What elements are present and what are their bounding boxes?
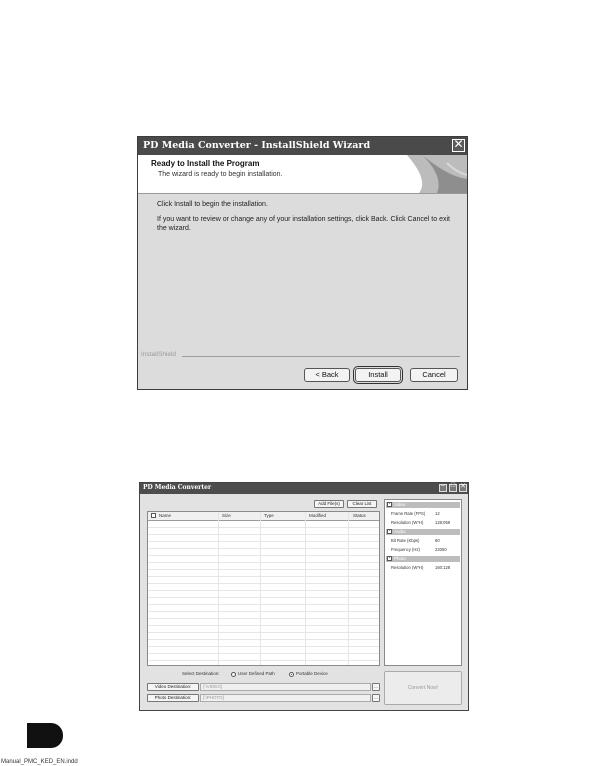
clear-list-button[interactable]: Clear List (347, 500, 377, 508)
frequency-value: 22050 (435, 547, 447, 552)
select-destination-label: Select Destination: (182, 671, 220, 676)
table-row-line (148, 562, 379, 563)
minimize-icon[interactable]: – (439, 482, 447, 492)
photo-section[interactable]: - Photo (386, 556, 460, 562)
photo-section-label: Photo (394, 556, 406, 561)
bit-rate-value: 60 (435, 538, 440, 543)
column-size[interactable]: Size (222, 513, 231, 518)
frequency-label: Frequency (Hz) (391, 547, 420, 552)
add-files-button[interactable]: Add File(s) (314, 500, 344, 508)
user-defined-path-label[interactable]: User Defined Path (238, 671, 275, 676)
wizard-header: Ready to Install the Program The wizard … (138, 155, 467, 194)
page-footer: Manual_PMC_KED_EN.indd (1, 759, 78, 765)
table-row-line (148, 646, 379, 647)
table-row-line (148, 576, 379, 577)
photo-resolution-label: Resolution (W*H) (391, 565, 424, 570)
video-destination-path[interactable]: [:\VIDEO] (200, 683, 371, 691)
media-converter-window: PD Media Converter – □ ✕ Add File(s) Cle… (139, 482, 469, 711)
instruction-text: Click Install to begin the installation. (157, 201, 268, 208)
table-row-line (148, 597, 379, 598)
close-icon[interactable]: ✕ (452, 137, 465, 152)
bit-rate-label: Bit Rate (Kbps) (391, 538, 420, 543)
wizard-artwork (397, 155, 467, 193)
audio-section[interactable]: - Audio (386, 529, 460, 535)
table-row-line (148, 604, 379, 605)
cancel-button[interactable]: Cancel (410, 368, 458, 382)
table-row-line (148, 660, 379, 661)
video-resolution-label: Resolution (W*H) (391, 520, 424, 525)
photo-browse-button[interactable]: ... (372, 694, 380, 702)
review-text: If you want to review or change any of y… (157, 216, 450, 232)
table-row-line (148, 590, 379, 591)
page-tab-marker (27, 723, 63, 748)
table-column-line (260, 512, 261, 665)
portable-device-radio[interactable] (289, 672, 294, 677)
table-row-line (148, 611, 379, 612)
convert-now-button[interactable]: Convert Now! (384, 671, 462, 705)
portable-device-label[interactable]: Portable Device (296, 671, 328, 676)
window-title: PD Media Converter - InstallShield Wizar… (143, 140, 371, 151)
video-resolution-value: 128:059 (435, 520, 451, 525)
column-status[interactable]: Status (353, 513, 366, 518)
table-row-line (148, 569, 379, 570)
photo-destination-path[interactable]: [:\PHOTO] (200, 694, 371, 702)
header-title: Ready to Install the Program (151, 159, 260, 168)
header-subtitle: The wizard is ready to begin installatio… (158, 171, 283, 178)
file-list-table[interactable]: Name Size Type Modified Status (147, 511, 380, 666)
installshield-wizard-dialog: PD Media Converter - InstallShield Wizar… (137, 136, 468, 390)
table-row-line (148, 632, 379, 633)
table-row-line (148, 583, 379, 584)
table-header: Name Size Type Modified Status (148, 512, 379, 521)
video-section-label: Video (394, 502, 406, 507)
table-column-line (305, 512, 306, 665)
table-row-line (148, 625, 379, 626)
column-name[interactable]: Name (159, 513, 171, 518)
title-bar: PD Media Converter - InstallShield Wizar… (138, 137, 467, 155)
frame-rate-value: 12 (435, 511, 440, 516)
photo-resolution-value: 160:128 (435, 565, 451, 570)
frame-rate-label: Frame Rate (FPS) (391, 511, 426, 516)
table-row-line (148, 653, 379, 654)
table-row-line (148, 527, 379, 528)
divider (182, 356, 460, 357)
column-modified[interactable]: Modified (309, 513, 326, 518)
video-section[interactable]: - Video (386, 502, 460, 508)
audio-section-label: Audio (394, 529, 406, 534)
table-row-line (148, 639, 379, 640)
table-row-line (148, 534, 379, 535)
table-row-line (148, 541, 379, 542)
table-column-line (348, 512, 349, 665)
back-button[interactable]: < Back (304, 368, 350, 382)
installshield-brand: InstallShield (141, 351, 180, 358)
table-row-line (148, 555, 379, 556)
title-bar: PD Media Converter – □ ✕ (140, 482, 468, 494)
video-destination-button[interactable]: Video Destination: (147, 683, 199, 691)
column-type[interactable]: Type (264, 513, 274, 518)
install-button[interactable]: Install (353, 366, 403, 384)
table-row-line (148, 618, 379, 619)
table-column-line (218, 512, 219, 665)
select-all-checkbox[interactable] (151, 513, 156, 518)
properties-panel: - Video Frame Rate (FPS) 12 Resolution (W… (384, 499, 462, 666)
close-icon[interactable]: ✕ (459, 483, 467, 492)
user-defined-path-radio[interactable] (231, 672, 236, 677)
window-title: PD Media Converter (143, 484, 212, 491)
table-row-line (148, 548, 379, 549)
video-browse-button[interactable]: ... (372, 683, 380, 691)
maximize-icon[interactable]: □ (449, 482, 457, 492)
photo-destination-button[interactable]: Photo Destination: (147, 694, 199, 702)
